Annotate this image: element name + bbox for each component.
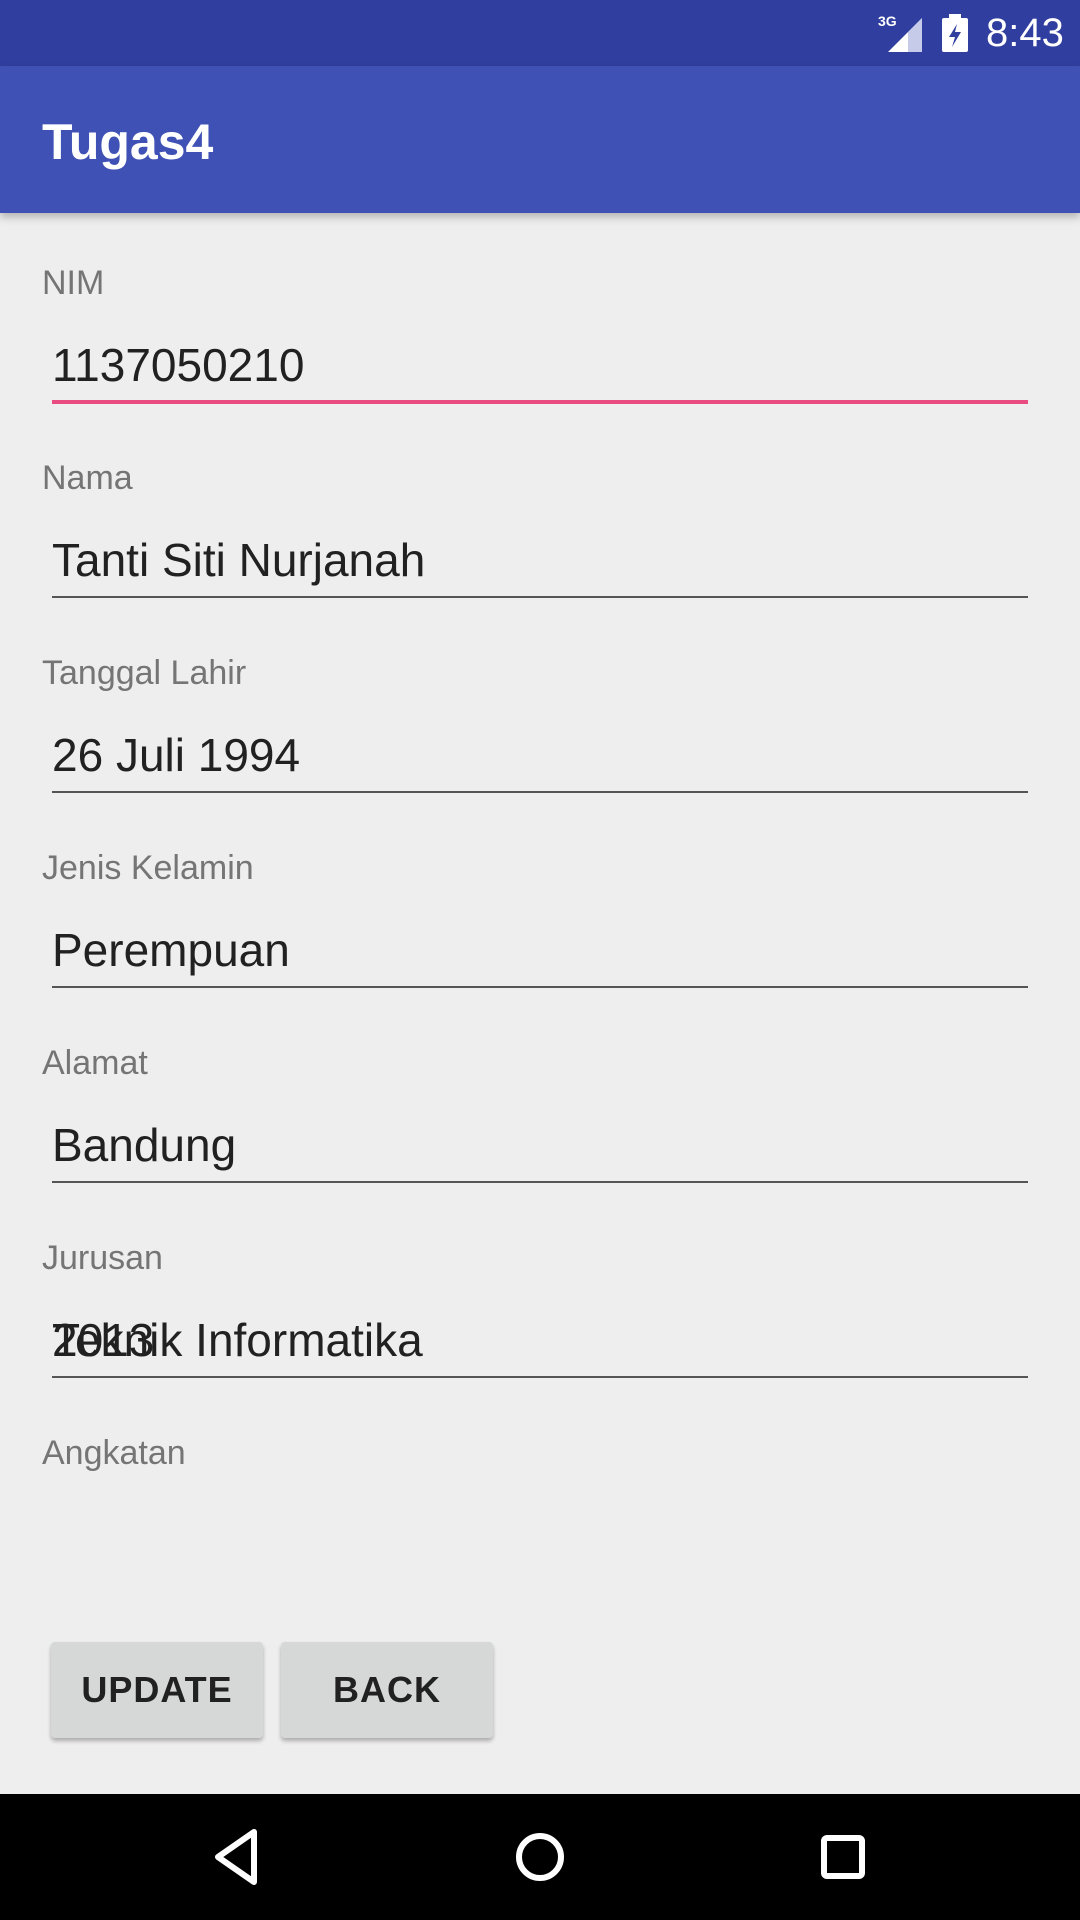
alamat-field[interactable]: Bandung [52,1118,236,1172]
signal-icon: 3G [878,14,922,52]
home-icon[interactable] [505,1822,575,1892]
screen: 3G 8:43 Tugas4 NIM 1137050210 Nama Tanti… [0,0,1080,1920]
network-type: 3G [878,14,897,29]
nim-field-underline [52,400,1028,404]
nim-label: NIM [42,264,105,302]
navigation-bar [0,1794,1080,1920]
alamat-label: Alamat [42,1044,148,1082]
alamat-field-underline [52,1181,1028,1183]
jenis-kelamin-label: Jenis Kelamin [42,849,254,887]
nim-field[interactable]: 1137050210 [52,338,304,392]
nama-field[interactable]: Tanti Siti Nurjanah [52,533,425,587]
tanggal-lahir-field-underline [52,791,1028,793]
jenis-kelamin-field-underline [52,986,1028,988]
update-button[interactable]: UPDATE [51,1642,263,1738]
status-bar: 3G 8:43 [0,0,1080,66]
recents-icon[interactable] [808,1822,878,1892]
jenis-kelamin-field[interactable]: Perempuan [52,923,290,977]
jurusan-field[interactable]: Teknik Informatika [52,1313,423,1367]
tanggal-lahir-label: Tanggal Lahir [42,654,247,692]
jurusan-label: Jurusan [42,1239,163,1277]
nama-label: Nama [42,459,133,497]
nama-field-underline [52,596,1028,598]
tanggal-lahir-field[interactable]: 26 Juli 1994 [52,728,300,782]
back-button[interactable]: BACK [281,1642,493,1738]
jurusan-field-underline [52,1376,1028,1378]
battery-icon [942,14,968,52]
status-clock: 8:43 [986,11,1064,55]
angkatan-label: Angkatan [42,1434,186,1472]
app-title: Tugas4 [42,114,214,170]
app-bar: Tugas4 [0,66,1080,213]
back-icon[interactable] [202,1822,272,1892]
